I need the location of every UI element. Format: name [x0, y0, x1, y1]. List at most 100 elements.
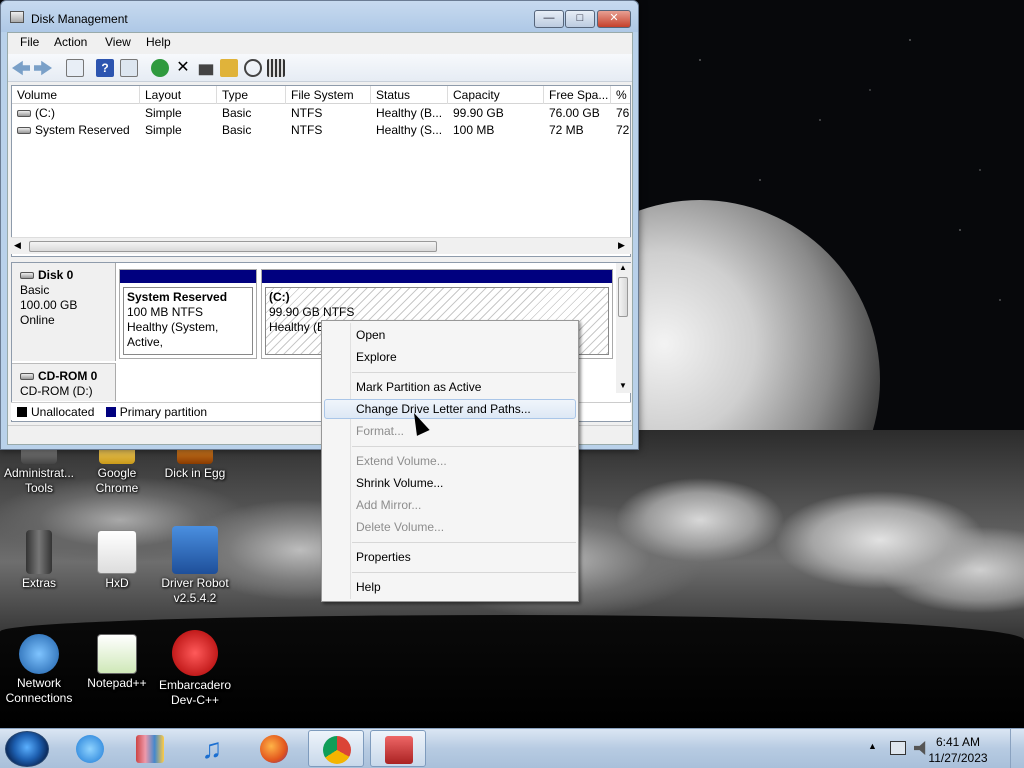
menu-item-explore[interactable]: Explore [324, 347, 576, 367]
scroll-left-arrow-icon[interactable]: ◀ [14, 240, 21, 251]
column-header-free-space[interactable]: Free Spa... [544, 86, 611, 104]
menu-action[interactable]: Action [54, 35, 87, 49]
desktop-icon-label: Google Chrome [95, 466, 139, 495]
desktop-icon-extras[interactable]: Extras [0, 530, 79, 591]
cell-capacity: 99.90 GB [453, 106, 504, 120]
menu-item-change-drive-letter[interactable]: Change Drive Letter and Paths... [324, 399, 576, 419]
disk-management-icon [10, 11, 24, 23]
show-hidden-icons-arrow[interactable]: ▲ [868, 741, 877, 751]
menu-item-shrink-volume[interactable]: Shrink Volume... [324, 473, 576, 493]
maximize-button[interactable]: □ [565, 10, 595, 28]
desktop-icon-label: Dick in Egg [164, 466, 226, 480]
partition-system-reserved[interactable]: System Reserved 100 MB NTFS Healthy (Sys… [119, 269, 257, 359]
menu-separator [352, 446, 576, 447]
column-header-type[interactable]: Type [217, 86, 286, 104]
desktop-icon-admin-tools[interactable]: Administrat... Tools [0, 446, 79, 496]
scrollbar-thumb[interactable] [618, 277, 628, 317]
forward-arrow-icon[interactable] [34, 60, 52, 76]
menu-item-properties[interactable]: Properties [324, 547, 576, 567]
disk-size: 100.00 GB [20, 298, 78, 312]
toolbox-icon [385, 736, 413, 764]
cdrom-name: CD-ROM 0 [38, 369, 98, 383]
desktop-icon-devcpp[interactable]: Embarcadero Dev-C++ [155, 630, 235, 708]
cdrom-icon [20, 373, 34, 381]
notepadpp-icon [97, 634, 137, 674]
scroll-down-arrow-icon[interactable]: ▼ [619, 381, 627, 390]
legend-unallocated: Unallocated [31, 405, 95, 419]
desktop-icon-chrome[interactable]: Google Chrome [77, 446, 157, 496]
taskbar-archive-app[interactable] [122, 730, 178, 767]
chrome-icon [323, 736, 351, 764]
cell-capacity: 100 MB [453, 123, 495, 137]
volume-list[interactable]: Volume Layout Type File System Status Ca… [11, 85, 631, 257]
show-hide-console-tree-icon[interactable] [66, 59, 84, 77]
scroll-up-arrow-icon[interactable]: ▲ [619, 263, 627, 272]
back-arrow-icon[interactable] [12, 60, 30, 76]
scrollbar-thumb[interactable] [29, 241, 437, 252]
cell-percent-free: 72 [616, 123, 630, 137]
table-row[interactable]: System Reserved Simple Basic NTFS Health… [12, 122, 630, 139]
column-header-capacity[interactable]: Capacity [448, 86, 544, 104]
show-desktop-button[interactable] [1010, 729, 1024, 768]
taskbar-firefox[interactable] [246, 730, 302, 767]
menu-item-mark-active[interactable]: Mark Partition as Active [324, 377, 576, 397]
devcpp-icon [172, 630, 218, 676]
menu-item-help[interactable]: Help [324, 577, 576, 597]
menu-help[interactable]: Help [146, 35, 171, 49]
cell-file-system: NTFS [291, 106, 323, 120]
disk-pane-vertical-scrollbar[interactable]: ▲ ▼ [616, 263, 631, 393]
partition-context-menu[interactable]: Open Explore Mark Partition as Active Ch… [321, 320, 579, 602]
menu-item-add-mirror: Add Mirror... [356, 498, 422, 512]
column-header-volume[interactable]: Volume [12, 86, 140, 104]
desktop-icon-network[interactable]: Network Connections [0, 634, 79, 706]
drive-list-icon[interactable] [267, 59, 285, 77]
desktop-icon-notepadpp[interactable]: Notepad++ [77, 634, 157, 691]
taskbar-music-player[interactable]: ♫ [184, 730, 240, 767]
delete-x-icon[interactable]: ✕ [174, 59, 192, 77]
properties-pane-icon[interactable] [120, 59, 138, 77]
disk-name: Disk 0 [38, 268, 74, 282]
minimize-button[interactable]: — [534, 10, 564, 28]
help-icon[interactable]: ? [96, 59, 114, 77]
volume-name: (C:) [35, 106, 55, 120]
toolbar: ? ✕ [8, 54, 632, 82]
extras-folder-icon [26, 530, 52, 574]
menu-file[interactable]: File [20, 35, 39, 49]
close-button[interactable]: ✕ [597, 10, 631, 28]
settings-icon[interactable] [198, 64, 214, 76]
column-header-status[interactable]: Status [371, 86, 448, 104]
column-header-percent-free[interactable]: % F [611, 86, 630, 104]
disk-state: Online [20, 313, 55, 327]
title-bar[interactable]: Disk Management — □ ✕ [1, 1, 638, 32]
taskbar-internet-explorer[interactable] [62, 730, 118, 767]
disk-0-label[interactable]: Disk 0 Basic 100.00 GB Online [12, 263, 116, 361]
cell-layout: Simple [145, 106, 182, 120]
network-tray-icon[interactable] [890, 741, 906, 755]
table-row[interactable]: (C:) Simple Basic NTFS Healthy (B... 99.… [12, 105, 630, 122]
clock-time[interactable]: 6:41 AM [918, 735, 998, 749]
menu-view[interactable]: View [105, 35, 131, 49]
primary-partition-bar [120, 270, 256, 283]
cell-free-space: 72 MB [549, 123, 584, 137]
internet-explorer-icon [76, 735, 104, 763]
partition-name: (C:) [269, 290, 290, 304]
taskbar-disk-management[interactable] [370, 730, 426, 767]
desktop-icon-label: Administrat... Tools [3, 466, 75, 495]
refresh-icon[interactable] [151, 59, 169, 77]
scroll-right-arrow-icon[interactable]: ▶ [618, 240, 625, 251]
start-button[interactable] [5, 731, 49, 767]
cell-layout: Simple [145, 123, 182, 137]
taskbar-chrome[interactable] [308, 730, 364, 767]
desktop-icon-hxd[interactable]: HxD [77, 530, 157, 591]
clock-date[interactable]: 11/27/2023 [918, 751, 998, 765]
desktop-icon-dick-in-egg[interactable]: Dick in Egg [155, 446, 235, 481]
menu-item-open[interactable]: Open [324, 325, 576, 345]
open-folder-icon[interactable] [220, 59, 238, 77]
cdrom-0-label[interactable]: CD-ROM 0 CD-ROM (D:) [12, 363, 116, 401]
desktop-icon-driver-robot[interactable]: Driver Robot v2.5.4.2 [155, 526, 235, 606]
column-header-layout[interactable]: Layout [140, 86, 217, 104]
partition-body: System Reserved 100 MB NTFS Healthy (Sys… [123, 287, 253, 355]
column-header-file-system[interactable]: File System [286, 86, 371, 104]
search-magnifier-icon[interactable] [244, 59, 262, 77]
volume-list-horizontal-scrollbar[interactable]: ◀ ▶ [11, 237, 631, 254]
